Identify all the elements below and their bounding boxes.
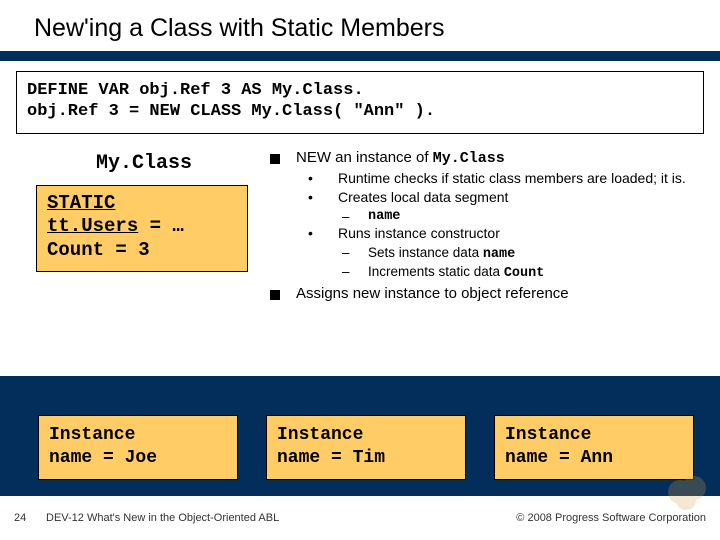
code-line-1: DEFINE VAR obj.Ref 3 AS My.Class. — [27, 80, 693, 101]
sub-2a-mono: name — [368, 208, 400, 225]
square-bullet-icon — [270, 290, 280, 300]
instance-line-2: name = Joe — [49, 447, 227, 470]
sub-list: • Runtime checks if static class members… — [308, 170, 700, 283]
instance-box: Instance name = Ann — [494, 415, 694, 480]
sub-3: • Runs instance constructor — [308, 225, 700, 243]
sub-3-children: –Sets instance data name –Increments sta… — [342, 244, 700, 283]
sub-2-children: –name — [342, 208, 700, 225]
instance-line-1: Instance — [49, 424, 227, 447]
bullet-2: Assigns new instance to object reference — [266, 284, 700, 303]
footer-right-text: © 2008 Progress Software Corporation — [516, 512, 706, 524]
title-underline — [0, 51, 720, 61]
sub-3b-text: Increments static data — [368, 264, 504, 279]
instance-line-1: Instance — [505, 424, 683, 447]
middle-row: My.Class STATIC tt.Users = … Count = 3 N… — [0, 142, 720, 306]
code-line-2: obj.Ref 3 = NEW CLASS My.Class( "Ann" ). — [27, 101, 693, 122]
dot-bullet-icon: • — [308, 225, 322, 243]
sub-1: • Runtime checks if static class members… — [308, 170, 700, 188]
static-label: STATIC — [47, 192, 115, 214]
instance-line-2: name = Tim — [277, 447, 455, 470]
instance-box: Instance name = Tim — [266, 415, 466, 480]
ttusers-rhs: = … — [138, 215, 184, 237]
bullet-1: NEW an instance of My.Class — [266, 148, 700, 168]
sub-1-text: Runtime checks if static class members a… — [338, 170, 700, 188]
square-bullet-icon — [270, 154, 280, 164]
sub-3a-text: Sets instance data — [368, 245, 483, 260]
left-column: My.Class STATIC tt.Users = … Count = 3 — [16, 144, 244, 272]
sub-3-text: Runs instance constructor — [338, 225, 700, 243]
code-panel: DEFINE VAR obj.Ref 3 AS My.Class. obj.Re… — [16, 71, 704, 134]
instance-box: Instance name = Joe — [38, 415, 238, 480]
blue-area: Instance name = Joe Instance name = Tim … — [0, 376, 720, 496]
ttusers-label: tt.Users — [47, 215, 138, 237]
bullet-1-mono: My.Class — [433, 150, 505, 167]
static-box: STATIC tt.Users = … Count = 3 — [36, 185, 248, 272]
page-number: 24 — [14, 512, 46, 524]
instance-row: Instance name = Joe Instance name = Tim … — [0, 415, 720, 480]
dash-bullet-icon: – — [342, 263, 356, 282]
bullet-1-text: NEW an instance of — [296, 149, 433, 166]
right-column: NEW an instance of My.Class • Runtime ch… — [244, 144, 704, 306]
footer-left-text: DEV-12 What's New in the Object-Oriented… — [46, 512, 516, 524]
bullet-2-text: Assigns new instance to object reference — [296, 284, 700, 303]
count-line: Count = 3 — [47, 239, 237, 263]
dash-bullet-icon: – — [342, 244, 356, 263]
sub-2-text: Creates local data segment — [338, 189, 700, 207]
instance-line-1: Instance — [277, 424, 455, 447]
dot-bullet-icon: • — [308, 189, 322, 207]
sub-3b-mono: Count — [504, 266, 545, 281]
instance-line-2: name = Ann — [505, 447, 683, 470]
dot-bullet-icon: • — [308, 170, 322, 188]
sub-2: • Creates local data segment — [308, 189, 700, 207]
footer: 24 DEV-12 What's New in the Object-Orien… — [0, 496, 720, 540]
slide-title: New'ing a Class with Static Members — [0, 0, 720, 51]
sub-3a-mono: name — [483, 247, 515, 262]
dash-bullet-icon: – — [342, 208, 356, 225]
class-name-label: My.Class — [44, 152, 244, 175]
